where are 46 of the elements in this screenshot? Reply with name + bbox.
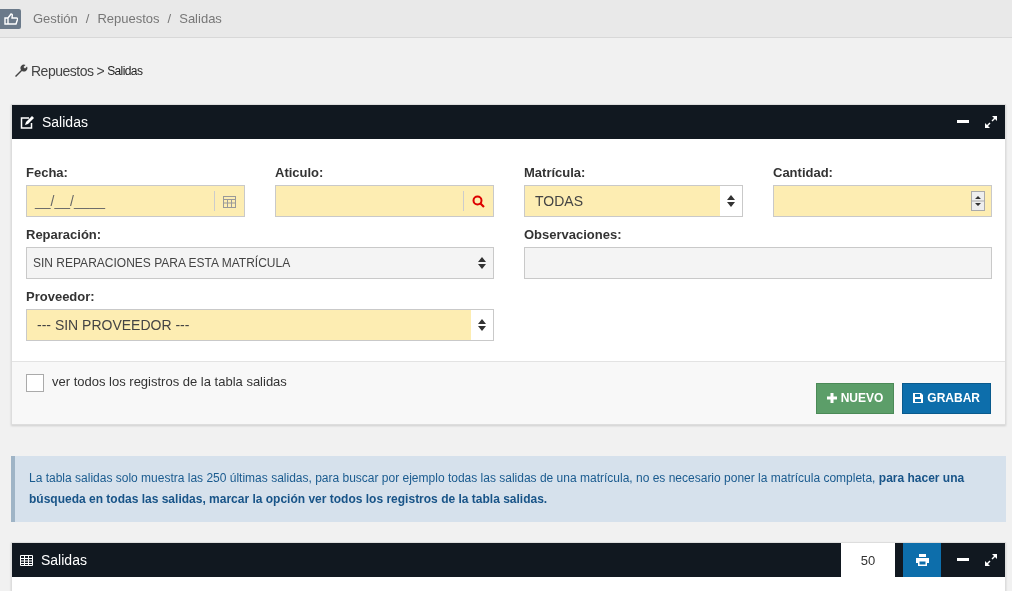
select-field[interactable]: --- SIN PROVEEDOR --- <box>26 309 494 341</box>
panel-title: Salidas <box>41 552 88 568</box>
field-label: Reparación: <box>26 227 103 242</box>
updown-icon <box>478 319 486 331</box>
wrench-icon <box>14 64 28 78</box>
breadcrumb-item: / <box>85 11 90 26</box>
page-size-field[interactable]: 50 <box>841 543 895 577</box>
observations-field[interactable] <box>524 247 992 279</box>
checkbox[interactable] <box>26 374 44 392</box>
table-icon <box>20 554 33 566</box>
minimize-icon[interactable] <box>957 120 969 124</box>
number-field[interactable] <box>773 185 992 217</box>
edit-icon <box>20 115 34 129</box>
breadcrumb-current: Salidas <box>107 64 143 78</box>
print-icon <box>915 554 929 566</box>
plus-icon <box>826 393 837 403</box>
spinner-icon[interactable] <box>971 191 985 211</box>
breadcrumb-item: Repuestos <box>97 11 160 26</box>
minimize-icon[interactable] <box>957 558 969 562</box>
breadcrumb-item: Gestión <box>33 11 78 26</box>
search-icon[interactable] <box>472 194 485 208</box>
print-button[interactable] <box>903 543 941 577</box>
info-message: La tabla salidas solo muestra las 250 últimas salidas, para buscar por ejemplo todas las salidas de una matrícula, no es necesario poner la matrícula completa, para hacer una búsqueda en todas las salidas, marcar la opción ver todos los registros de la tabla salidas. <box>11 456 1006 522</box>
breadcrumb-separator: > <box>96 63 105 79</box>
field-label: Matrícula: <box>524 165 587 180</box>
floppy-icon <box>913 393 924 403</box>
select-field[interactable]: SIN REPARACIONES PARA ESTA MATRÍCULA <box>26 247 494 279</box>
field-label: Proveedor: <box>26 289 96 304</box>
date-field[interactable]: __/__/____ <box>26 185 245 217</box>
breadcrumb-link[interactable]: Repuestos <box>31 63 94 79</box>
field-label: Fecha: <box>26 165 69 180</box>
thumbs-up-icon <box>3 12 18 25</box>
field-label: Aticulo: <box>275 165 325 180</box>
article-field[interactable] <box>275 185 494 217</box>
field-label: Observaciones: <box>524 227 623 242</box>
expand-icon[interactable] <box>985 554 997 566</box>
updown-icon <box>478 257 486 269</box>
expand-icon[interactable] <box>985 116 997 128</box>
breadcrumb-item: Salidas <box>179 11 222 26</box>
breadcrumb-item: / <box>167 11 172 26</box>
select-field[interactable]: TODAS <box>524 185 743 217</box>
field-label: Cantidad: <box>773 165 834 180</box>
save-button[interactable]: GRABAR <box>902 382 991 414</box>
updown-icon <box>727 195 735 207</box>
panel-title: Salidas <box>42 114 89 130</box>
checkbox-label[interactable]: ver todos los registros de la tabla salidas <box>52 374 808 389</box>
